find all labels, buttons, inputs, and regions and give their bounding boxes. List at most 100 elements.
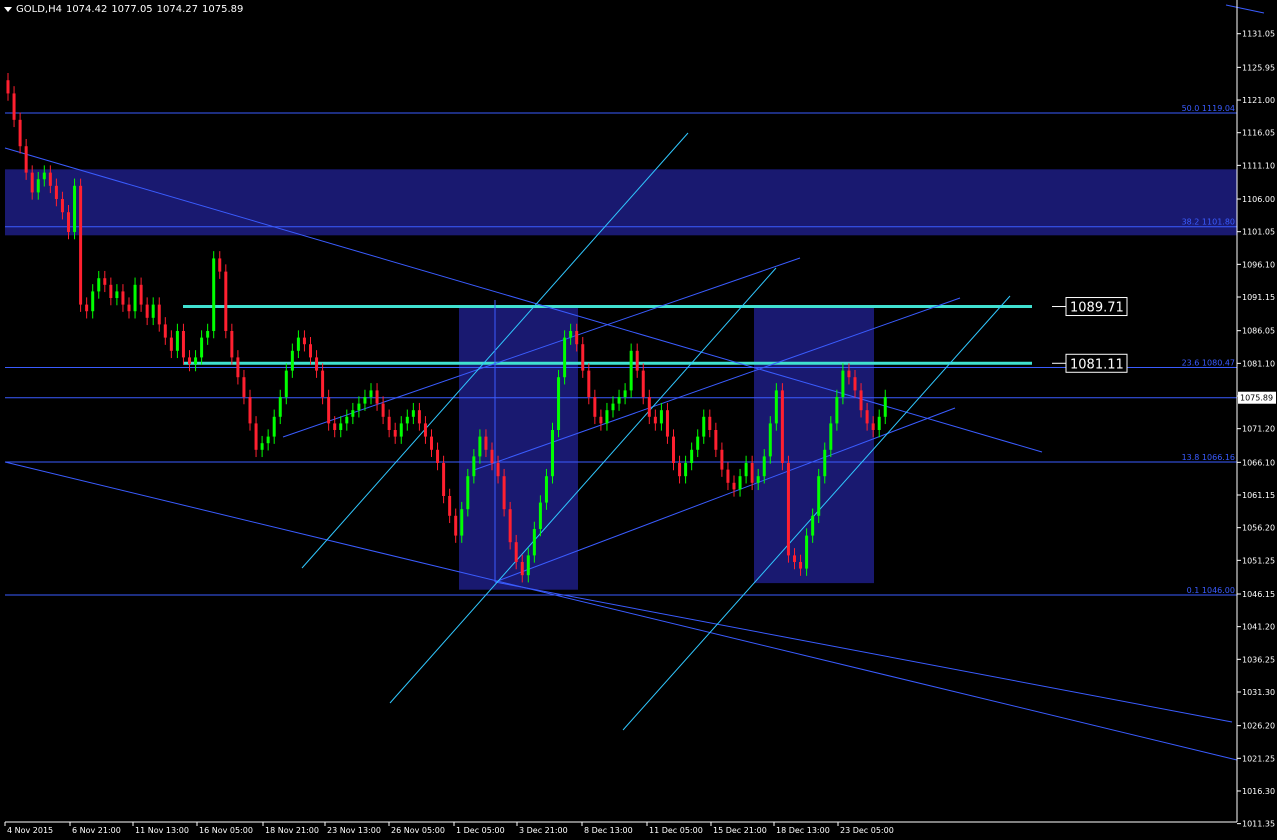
zone-rect — [459, 307, 578, 590]
y-tick-label: 1071.20 — [1242, 425, 1275, 434]
candle-body — [665, 410, 669, 437]
symbol-header: GOLD,H4 1074.42 1077.05 1074.27 1075.89 — [4, 4, 247, 15]
y-tick-label: 1125.95 — [1242, 63, 1275, 72]
trend-line — [4, 461, 1238, 761]
candle-body — [127, 304, 131, 312]
y-tick-label: 1061.15 — [1242, 491, 1275, 500]
candle-body — [381, 403, 385, 417]
candle-body — [490, 449, 494, 463]
candle-body — [24, 146, 28, 173]
candle-body — [587, 370, 591, 398]
y-tick-label: 1131.05 — [1242, 30, 1275, 39]
x-tick-label: 18 Nov 21:00 — [265, 826, 319, 835]
candle-body — [230, 331, 234, 358]
y-tick-label: 1086.05 — [1242, 327, 1275, 336]
candle-body — [617, 397, 621, 404]
candle-body — [605, 410, 609, 424]
trend-line — [1225, 4, 1265, 14]
candle-body — [417, 410, 421, 424]
candle-body — [411, 410, 415, 417]
candle-body — [60, 199, 64, 213]
candle-body — [823, 449, 827, 477]
collapse-triangle-icon[interactable] — [4, 6, 12, 12]
candle-body — [442, 462, 446, 496]
candle-body — [786, 462, 790, 556]
x-tick-label: 3 Dec 21:00 — [519, 826, 568, 835]
candle-body — [708, 416, 712, 430]
candle-body — [538, 502, 542, 529]
candle-body — [393, 429, 397, 437]
candle-body — [557, 377, 561, 430]
axes-layer: 1131.05 1125.95 1121.00 1116.05 1111.10 1106.… — [4, 0, 1275, 835]
candle-body — [157, 304, 161, 325]
candle-body — [109, 284, 113, 299]
candle-body — [768, 423, 772, 457]
candle-body — [702, 416, 706, 437]
y-tick-label: 1031.30 — [1242, 688, 1275, 697]
candle-body — [224, 271, 228, 332]
x-tick-label: 11 Nov 13:00 — [135, 826, 189, 835]
candle-body — [278, 397, 282, 417]
y-tick-label: 1111.10 — [1242, 161, 1275, 170]
zones-layer — [5, 169, 1237, 590]
candle-body — [73, 185, 77, 233]
candle-body — [194, 357, 198, 365]
y-tick-label: 1056.20 — [1242, 524, 1275, 533]
candle-body — [883, 397, 887, 417]
candle-body — [835, 397, 839, 424]
candle-body — [841, 370, 845, 398]
candle-body — [672, 436, 675, 463]
candle-body — [42, 172, 46, 180]
candle-body — [345, 416, 349, 424]
candle-body — [423, 423, 427, 437]
candle-body — [714, 429, 718, 450]
candle-body — [647, 397, 651, 417]
candle-body — [67, 212, 70, 233]
candle-body — [460, 509, 464, 536]
price-tag-label: 1081.11 — [1070, 357, 1124, 372]
candle-body — [551, 429, 554, 477]
candle-body — [121, 291, 125, 305]
x-tick-label: 26 Nov 05:00 — [391, 826, 445, 835]
fib-level-label: 0.1 1046.00 — [1187, 586, 1235, 595]
candlestick-chart[interactable]: 1131.05 1125.95 1121.00 1116.05 1111.10 1106.… — [0, 0, 1277, 840]
candle-body — [290, 350, 294, 371]
candle-body — [54, 185, 58, 200]
candle-body — [877, 416, 881, 430]
candle-body — [817, 476, 821, 516]
candle-body — [756, 476, 760, 483]
candle-body — [581, 344, 585, 371]
candle-body — [829, 423, 833, 450]
x-tick-label: 6 Nov 21:00 — [72, 826, 121, 835]
candle-body — [599, 416, 603, 424]
candle-body — [351, 410, 355, 417]
candle-body — [526, 555, 530, 576]
candle-body — [284, 370, 288, 398]
candle-body — [563, 337, 567, 378]
candle-body — [738, 476, 742, 490]
candle-body — [363, 397, 367, 404]
candle-body — [472, 456, 476, 477]
candle-body — [496, 462, 500, 477]
price-tag-label: 1089.71 — [1070, 301, 1124, 316]
candle-body — [48, 172, 52, 186]
candle-body — [569, 331, 573, 338]
candle-body — [36, 179, 40, 193]
candle-body — [611, 403, 615, 411]
symbol-name: GOLD,H4 — [16, 4, 62, 15]
fib-level-label: 23.6 1080.47 — [1182, 359, 1235, 368]
candle-body — [18, 119, 22, 147]
candle-body — [653, 416, 657, 424]
y-tick-label: 1016.30 — [1242, 787, 1275, 796]
x-tick-label: 11 Dec 05:00 — [649, 826, 703, 835]
candle-body — [799, 561, 803, 569]
x-tick-label: 4 Nov 2015 — [7, 826, 53, 835]
candle-body — [272, 416, 276, 437]
x-tick-label: 1 Dec 05:00 — [456, 826, 505, 835]
candle-body — [696, 436, 700, 450]
y-tick-label: 1116.05 — [1242, 129, 1275, 138]
candle-body — [375, 390, 379, 404]
drawing-lines-layer — [4, 4, 1265, 761]
candle-body — [502, 476, 506, 510]
candle-body — [133, 284, 137, 312]
